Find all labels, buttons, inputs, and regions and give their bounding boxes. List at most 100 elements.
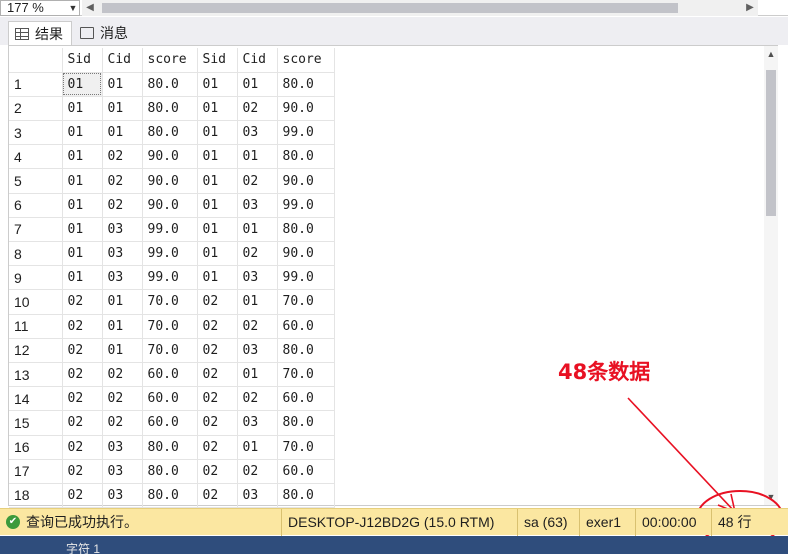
scroll-up-icon[interactable]: ▲ <box>764 46 778 62</box>
grid-cell[interactable]: 02 <box>62 386 103 412</box>
table-row[interactable]: 14 02 02 60.0 02 02 60.0 <box>9 386 335 412</box>
grid-cell[interactable]: 90.0 <box>277 168 335 194</box>
grid-cell[interactable]: 02 <box>62 338 103 363</box>
grid-cell[interactable]: 60.0 <box>277 314 335 339</box>
row-number-cell[interactable]: 14 <box>9 386 63 412</box>
grid-cell[interactable]: 01 <box>237 144 278 170</box>
row-number-cell[interactable]: 1 <box>9 72 63 97</box>
grid-cell[interactable]: 03 <box>102 241 143 267</box>
grid-cell[interactable]: 03 <box>237 265 278 291</box>
grid-cell[interactable]: 03 <box>102 435 143 460</box>
grid-cell[interactable]: 80.0 <box>142 72 198 97</box>
grid-cell[interactable]: 70.0 <box>142 338 198 363</box>
vertical-scroll-thumb[interactable] <box>766 70 776 216</box>
grid-cell[interactable]: 80.0 <box>277 217 335 243</box>
grid-cell[interactable]: 80.0 <box>277 483 335 509</box>
grid-cell[interactable]: 01 <box>62 120 103 146</box>
grid-cell[interactable]: 01 <box>102 314 143 339</box>
grid-cell[interactable]: 01 <box>237 217 278 243</box>
row-number-cell[interactable]: 9 <box>9 265 63 291</box>
grid-cell[interactable]: 01 <box>62 217 103 243</box>
row-number-cell[interactable]: 7 <box>9 217 63 243</box>
grid-cell[interactable]: 02 <box>237 241 278 267</box>
grid-cell[interactable]: 80.0 <box>142 459 198 484</box>
grid-cell[interactable]: 01 <box>197 265 238 291</box>
table-row[interactable]: 7 01 03 99.0 01 01 80.0 <box>9 217 335 243</box>
horizontal-scroll-thumb[interactable] <box>102 3 678 13</box>
grid-cell[interactable]: 02 <box>102 144 143 170</box>
grid-cell[interactable]: 01 <box>237 72 278 97</box>
grid-cell[interactable]: 01 <box>237 362 278 388</box>
row-number-cell[interactable]: 2 <box>9 96 63 122</box>
row-number-cell[interactable]: 8 <box>9 241 63 267</box>
row-number-cell[interactable]: 16 <box>9 435 63 460</box>
row-number-cell[interactable]: 17 <box>9 459 63 484</box>
grid-cell[interactable]: 60.0 <box>142 410 198 436</box>
grid-cell[interactable]: 03 <box>102 265 143 291</box>
grid-cell[interactable]: 60.0 <box>142 386 198 412</box>
table-row[interactable]: 12 02 01 70.0 02 03 80.0 <box>9 338 335 363</box>
grid-cell[interactable]: 01 <box>102 120 143 146</box>
row-number-cell[interactable]: 13 <box>9 362 63 388</box>
grid-cell[interactable]: 02 <box>62 483 103 509</box>
grid-cell[interactable]: 90.0 <box>142 193 198 218</box>
grid-cell[interactable]: 70.0 <box>142 289 198 315</box>
table-row[interactable]: 13 02 02 60.0 02 01 70.0 <box>9 362 335 388</box>
grid-cell[interactable]: 02 <box>62 289 103 315</box>
table-row[interactable]: 5 01 02 90.0 01 02 90.0 <box>9 168 335 194</box>
grid-cell[interactable]: 60.0 <box>277 459 335 484</box>
grid-cell[interactable]: 03 <box>237 120 278 146</box>
grid-cell[interactable]: 02 <box>62 410 103 436</box>
grid-cell[interactable]: 60.0 <box>277 386 335 412</box>
grid-cell[interactable]: 02 <box>197 483 238 509</box>
grid-cell[interactable]: 03 <box>102 217 143 243</box>
grid-cell[interactable]: 02 <box>197 410 238 436</box>
grid-cell[interactable]: 80.0 <box>142 483 198 509</box>
grid-cell[interactable]: 02 <box>62 435 103 460</box>
table-row[interactable]: 11 02 01 70.0 02 02 60.0 <box>9 314 335 339</box>
grid-cell[interactable]: 03 <box>237 410 278 436</box>
grid-cell[interactable]: 99.0 <box>142 241 198 267</box>
row-number-cell[interactable]: 5 <box>9 168 63 194</box>
table-row[interactable]: 6 01 02 90.0 01 03 99.0 <box>9 193 335 218</box>
grid-cell[interactable]: 80.0 <box>142 435 198 460</box>
grid-cell[interactable]: 99.0 <box>142 217 198 243</box>
grid-cell[interactable]: 02 <box>102 386 143 412</box>
scroll-down-icon[interactable]: ▼ <box>764 489 778 505</box>
column-header[interactable]: Cid <box>237 48 278 73</box>
grid-cell[interactable]: 02 <box>102 410 143 436</box>
grid-cell[interactable]: 99.0 <box>277 120 335 146</box>
grid-cell[interactable]: 01 <box>62 241 103 267</box>
grid-cell[interactable]: 01 <box>197 168 238 194</box>
grid-cell[interactable]: 03 <box>237 338 278 363</box>
grid-cell[interactable]: 01 <box>62 168 103 194</box>
grid-cell[interactable]: 70.0 <box>277 289 335 315</box>
grid-cell[interactable]: 90.0 <box>277 96 335 122</box>
zoom-dropdown[interactable]: 177 % ▼ <box>0 0 80 16</box>
vertical-scrollbar[interactable]: ▲ ▼ <box>764 46 778 505</box>
grid-cell[interactable]: 01 <box>102 72 143 97</box>
grid-cell[interactable]: 90.0 <box>277 241 335 267</box>
grid-cell[interactable]: 90.0 <box>142 144 198 170</box>
grid-cell[interactable]: 90.0 <box>142 168 198 194</box>
grid-cell[interactable]: 02 <box>237 314 278 339</box>
grid-cell[interactable]: 01 <box>197 120 238 146</box>
grid-cell[interactable]: 80.0 <box>142 96 198 122</box>
grid-cell[interactable]: 01 <box>237 435 278 460</box>
grid-cell[interactable]: 01 <box>102 289 143 315</box>
grid-cell[interactable]: 02 <box>62 314 103 339</box>
grid-cell[interactable]: 02 <box>62 459 103 484</box>
grid-cell[interactable]: 70.0 <box>277 362 335 388</box>
grid-cell[interactable]: 99.0 <box>277 265 335 291</box>
grid-cell[interactable]: 01 <box>62 96 103 122</box>
column-header[interactable]: Sid <box>62 48 103 73</box>
row-number-cell[interactable]: 15 <box>9 410 63 436</box>
grid-cell[interactable]: 01 <box>197 193 238 218</box>
grid-cell[interactable]: 01 <box>197 217 238 243</box>
horizontal-scrollbar[interactable]: ◀ ▶ <box>82 0 758 16</box>
grid-cell[interactable]: 02 <box>102 193 143 218</box>
row-number-cell[interactable]: 4 <box>9 144 63 170</box>
table-row[interactable]: 16 02 03 80.0 02 01 70.0 <box>9 435 335 460</box>
grid-cell[interactable]: 01 <box>62 72 103 97</box>
table-row[interactable]: 9 01 03 99.0 01 03 99.0 <box>9 265 335 291</box>
